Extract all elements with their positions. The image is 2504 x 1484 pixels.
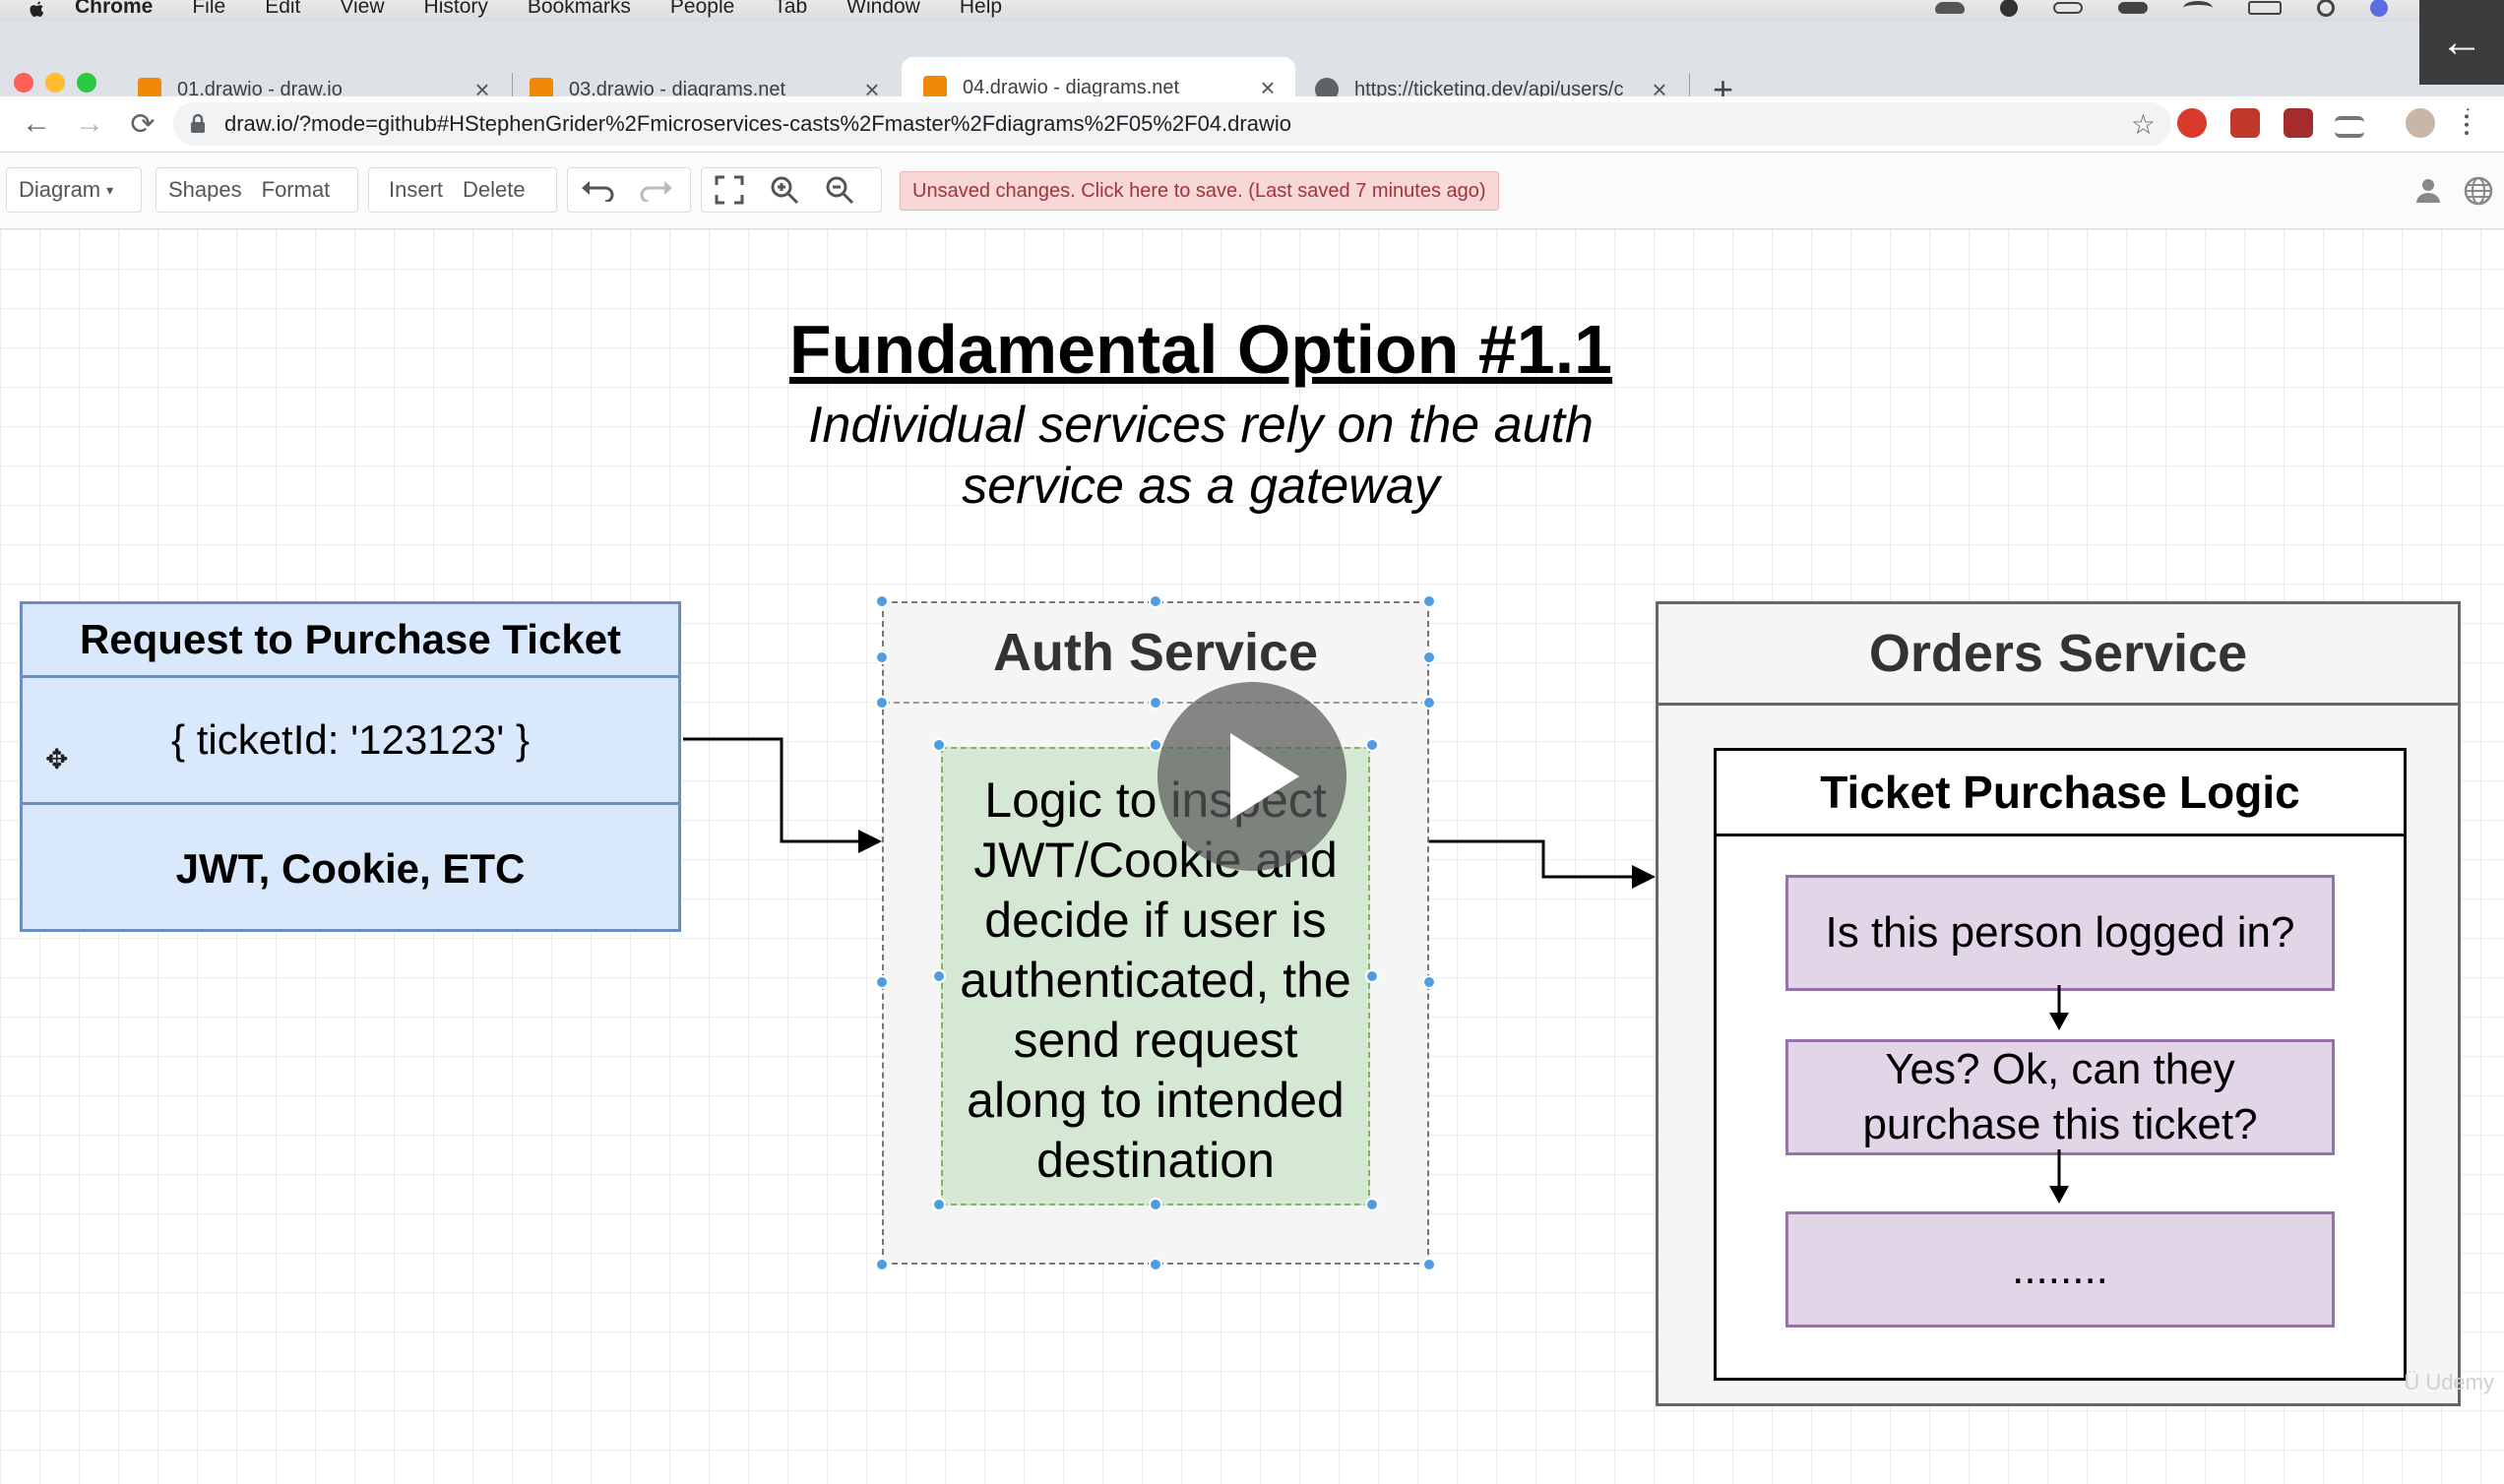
- zoom-out-icon[interactable]: [812, 168, 867, 212]
- menu-app-name[interactable]: Chrome: [75, 0, 153, 18]
- wifi-icon[interactable]: [2183, 1, 2213, 15]
- status-icons: [1935, 0, 2445, 22]
- record-icon[interactable]: [2000, 0, 2018, 17]
- url-text: draw.io/?mode=github#HStephenGrider%2Fmi…: [224, 111, 1291, 136]
- spotlight-icon[interactable]: [2317, 0, 2335, 17]
- shapes-button[interactable]: Shapes: [156, 168, 254, 212]
- chevron-down-icon: ▾: [106, 181, 114, 198]
- apple-icon[interactable]: [26, 0, 47, 22]
- diagram-canvas[interactable]: Fundamental Option #1.1 Individual servi…: [0, 229, 2504, 1484]
- address-bar[interactable]: draw.io/?mode=github#HStephenGrider%2Fmi…: [173, 102, 2171, 146]
- menu-people[interactable]: People: [670, 0, 734, 18]
- menu-edit[interactable]: Edit: [265, 0, 300, 18]
- fullscreen-icon[interactable]: [702, 168, 757, 212]
- insert-button[interactable]: Insert: [369, 168, 455, 212]
- profile-avatar[interactable]: [2406, 108, 2435, 138]
- battery-icon[interactable]: [2248, 1, 2282, 15]
- delete-button[interactable]: Delete: [455, 168, 537, 212]
- menu-history[interactable]: History: [424, 0, 488, 18]
- extension-icon[interactable]: [2230, 108, 2260, 138]
- menu-help[interactable]: Help: [960, 0, 1002, 18]
- menu-view[interactable]: View: [340, 0, 384, 18]
- format-button[interactable]: Format: [254, 168, 343, 212]
- forward-button[interactable]: →: [73, 107, 106, 141]
- menu-tab[interactable]: Tab: [774, 0, 807, 18]
- chrome-menu-icon[interactable]: [2465, 108, 2474, 138]
- undo-icon[interactable]: [568, 168, 627, 212]
- zoom-in-icon[interactable]: [757, 168, 812, 212]
- browser-toolbar: ← → ⟳ draw.io/?mode=github#HStephenGride…: [0, 96, 2504, 153]
- back-arrow-icon[interactable]: ←: [2419, 0, 2504, 85]
- panel-toggle-group: Shapes Format: [156, 167, 358, 213]
- ublock-extension-icon[interactable]: [2177, 108, 2207, 138]
- siri-icon[interactable]: [2370, 0, 2388, 17]
- back-button[interactable]: ←: [20, 107, 53, 141]
- connectors: [683, 737, 2069, 1204]
- minimize-window-button[interactable]: [45, 73, 65, 93]
- diagram-menu[interactable]: Diagram ▾: [7, 168, 125, 212]
- zoom-window-button[interactable]: [77, 73, 96, 93]
- edit-group: Insert Delete: [368, 167, 557, 213]
- reload-button[interactable]: ⟳: [126, 107, 159, 141]
- view-group: [701, 167, 882, 213]
- lock-icon[interactable]: [189, 114, 207, 134]
- docker-icon[interactable]: [1935, 2, 1965, 14]
- user-icon[interactable]: [2413, 175, 2443, 205]
- menu-window[interactable]: Window: [846, 0, 920, 18]
- drawio-toolbar: Diagram ▾ Shapes Format Insert Delete Un…: [0, 154, 2504, 229]
- globe-icon[interactable]: [2463, 175, 2494, 207]
- bookmark-star-icon[interactable]: ☆: [2131, 108, 2156, 141]
- cloud-icon[interactable]: [2118, 2, 2148, 14]
- reader-icon[interactable]: [2335, 116, 2364, 138]
- glasses-icon[interactable]: [2053, 2, 2083, 14]
- arrow-request-to-auth[interactable]: [683, 737, 882, 853]
- unsaved-changes-banner[interactable]: Unsaved changes. Click here to save. (La…: [900, 171, 1499, 211]
- extension-badge-icon[interactable]: [2284, 108, 2313, 138]
- menu-file[interactable]: File: [192, 0, 225, 18]
- redo-icon[interactable]: [627, 168, 686, 212]
- undo-group: [567, 167, 691, 213]
- arrow-step1-to-step2[interactable]: [2049, 985, 2069, 1030]
- arrow-auth-to-orders[interactable]: [1429, 839, 1656, 889]
- diagram-menu-label: Diagram: [19, 177, 101, 202]
- diagram-menu-group: Diagram ▾: [6, 167, 142, 213]
- menu-bookmarks[interactable]: Bookmarks: [528, 0, 631, 18]
- arrow-step2-to-step3[interactable]: [2049, 1149, 2069, 1204]
- close-window-button[interactable]: [14, 73, 33, 93]
- udemy-watermark: Ü Udemy: [2404, 1370, 2494, 1394]
- macos-menubar: Chrome File Edit View History Bookmarks …: [0, 0, 2504, 23]
